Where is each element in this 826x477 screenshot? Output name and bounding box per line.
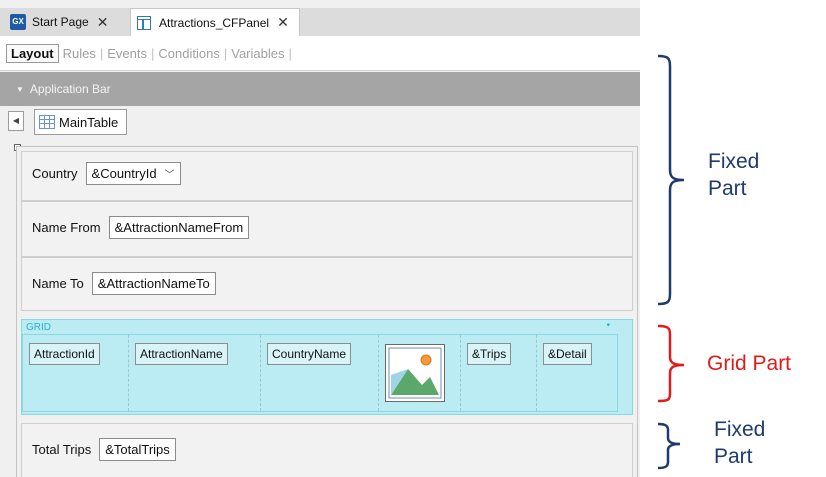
- tab-separator: |: [288, 46, 292, 61]
- grid-part-annotation: Grid Part: [707, 352, 792, 375]
- fixed-part-annotation-top: Fixed Part: [708, 148, 759, 202]
- tab-layout[interactable]: Layout: [6, 44, 59, 63]
- country-combo-value: &CountryId: [91, 166, 157, 181]
- name-from-field[interactable]: &AttractionNameFrom: [108, 216, 250, 239]
- grid-column: AttractionName: [129, 335, 261, 411]
- tab-start-page-label: Start Page: [32, 15, 89, 29]
- main-table-button[interactable]: MainTable: [34, 109, 128, 135]
- total-trips-label: Total Trips: [32, 442, 92, 457]
- collapse-arrow-button[interactable]: ◀: [8, 111, 24, 131]
- name-to-label: Name To: [32, 276, 84, 291]
- grid-column: AttractionId: [23, 335, 129, 411]
- genexus-logo-icon: GX: [10, 14, 26, 30]
- tab-conditions[interactable]: Conditions: [154, 46, 223, 61]
- fixed-part-brace-top: [657, 54, 685, 306]
- grid-title: GRID: [26, 322, 51, 333]
- tab-variables[interactable]: Variables: [227, 46, 288, 61]
- annotation-line: Part: [714, 445, 753, 468]
- grid-column: &Detail: [537, 335, 617, 411]
- country-combo[interactable]: &CountryId ﹀: [85, 162, 181, 185]
- main-table-label: MainTable: [59, 114, 119, 130]
- name-to-section: Name To &AttractionNameTo: [21, 257, 633, 311]
- grid-field-countryname[interactable]: CountryName: [267, 343, 352, 365]
- country-section: Country &CountryId ﹀: [21, 151, 633, 201]
- annotation-line: Part: [708, 177, 747, 200]
- image-placeholder-icon[interactable]: [385, 344, 445, 402]
- caret-down-icon: ▼: [16, 84, 24, 94]
- tab-start-page[interactable]: GX Start Page ✕: [6, 8, 130, 36]
- grid-indicator: •: [606, 320, 610, 331]
- grid-field-attractionname[interactable]: AttractionName: [135, 343, 228, 365]
- tab-events[interactable]: Events: [103, 46, 151, 61]
- panel-icon: [137, 15, 151, 30]
- fixed-part-brace-bottom: [657, 422, 681, 470]
- name-from-section: Name From &AttractionNameFrom: [21, 201, 633, 257]
- grid-columns: AttractionId AttractionName CountryName: [22, 334, 618, 412]
- editor-subtab-bar: Layout Rules | Events | Conditions | Var…: [0, 36, 640, 71]
- annotation-line: Fixed: [714, 418, 766, 441]
- ide-window: GX Start Page ✕ Attractions_CFPanel ✕ La…: [0, 0, 640, 477]
- application-bar-label: Application Bar: [29, 82, 111, 96]
- table-icon: [39, 115, 55, 129]
- grid-column: CountryName: [261, 335, 379, 411]
- total-trips-section: Total Trips &TotalTrips: [21, 423, 633, 477]
- grid-control[interactable]: GRID • AttractionId AttractionName Count…: [21, 319, 633, 415]
- document-tab-bar: GX Start Page ✕ Attractions_CFPanel ✕: [0, 8, 640, 36]
- name-from-label: Name From: [32, 220, 101, 235]
- country-label: Country: [32, 166, 78, 181]
- close-icon[interactable]: ✕: [97, 14, 109, 31]
- grid-column: &Trips: [461, 335, 537, 411]
- design-canvas: Country &CountryId ﹀ Name From &Attractio…: [16, 146, 638, 477]
- close-icon[interactable]: ✕: [277, 14, 289, 31]
- annotation-line: Fixed: [708, 150, 760, 173]
- grid-field-attractionid[interactable]: AttractionId: [29, 343, 100, 365]
- grid-column: [379, 335, 461, 411]
- application-bar[interactable]: ▼ Application Bar: [0, 72, 640, 106]
- main-table-toolbar: ◀ MainTable: [0, 108, 640, 138]
- total-trips-field[interactable]: &TotalTrips: [99, 438, 176, 461]
- tab-attractions-cfpanel[interactable]: Attractions_CFPanel ✕: [130, 8, 300, 36]
- tab-rules[interactable]: Rules: [59, 46, 100, 61]
- grid-field-detail[interactable]: &Detail: [543, 343, 592, 365]
- chevron-down-icon: ﹀: [164, 170, 175, 181]
- grid-part-brace: [657, 324, 685, 403]
- fixed-part-annotation-bottom: Fixed Part: [714, 416, 765, 470]
- tab-attractions-cfpanel-label: Attractions_CFPanel: [159, 15, 270, 30]
- grid-field-trips[interactable]: &Trips: [467, 343, 512, 365]
- name-to-field[interactable]: &AttractionNameTo: [91, 272, 216, 295]
